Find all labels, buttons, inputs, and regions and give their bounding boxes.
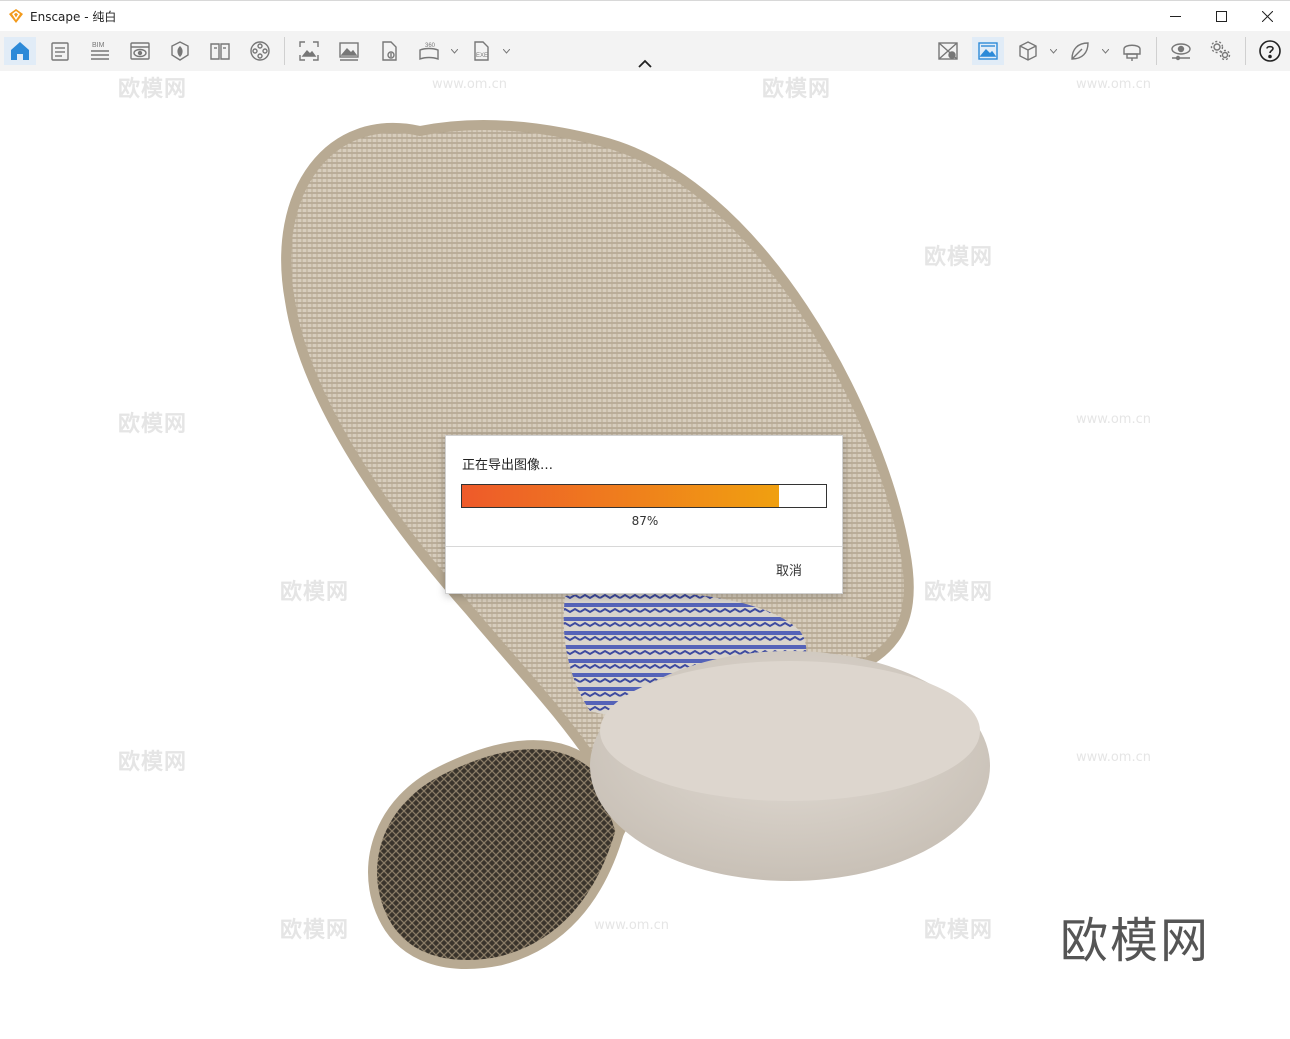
bim-button[interactable]: BIM: [84, 37, 116, 65]
export-progress-bar: [461, 484, 827, 508]
settings-button[interactable]: [1205, 37, 1237, 65]
maximize-button[interactable]: [1198, 1, 1244, 31]
landscape-view-icon: [978, 42, 998, 60]
exe-dropdown-caret-icon[interactable]: [503, 49, 510, 54]
synced-view-button[interactable]: [972, 37, 1004, 65]
toolbar-separator: [284, 37, 285, 65]
enscape-logo-icon: [9, 9, 23, 23]
material-editor-button[interactable]: [204, 37, 236, 65]
title-bar: Enscape - 纯白: [0, 0, 1290, 31]
toolbar-separator: [1156, 37, 1157, 65]
collaboration-button[interactable]: [1064, 37, 1096, 65]
cancel-button[interactable]: 取消: [776, 560, 802, 579]
panorama-360-icon: 360: [419, 43, 439, 61]
bim-icon: BIM: [91, 42, 109, 60]
view-mode-dropdown-caret-icon[interactable]: [1050, 49, 1057, 54]
close-icon: [1261, 10, 1273, 22]
toolbar: BIM 360 EXE: [0, 31, 1290, 71]
window-title: Enscape - 纯白: [30, 10, 117, 24]
file-upload-icon: [382, 41, 397, 61]
maximize-icon: [1215, 10, 1227, 22]
batch-render-button[interactable]: [333, 37, 365, 65]
export-progress-percent: 87%: [631, 514, 659, 528]
eye-slider-icon: [1171, 43, 1191, 61]
corner-brand-watermark: 欧模网: [1060, 913, 1211, 969]
chevron-up-icon[interactable]: [636, 58, 654, 70]
film-reel-icon: [250, 41, 270, 61]
video-editor-button[interactable]: [244, 37, 276, 65]
home-icon: [11, 42, 29, 60]
help-circle-icon: [1259, 40, 1281, 62]
svg-text:BIM: BIM: [92, 42, 105, 49]
views-button[interactable]: [44, 37, 76, 65]
eye-window-icon: [130, 42, 150, 60]
view-mode-button[interactable]: [1012, 37, 1044, 65]
asset-library-button[interactable]: [164, 37, 196, 65]
panorama-button[interactable]: 360: [413, 37, 445, 65]
exe-file-icon: EXE: [474, 41, 489, 61]
image-stack-icon: [339, 42, 359, 61]
export-status-text: 正在导出图像…: [462, 458, 554, 473]
cube-icon: [1019, 41, 1037, 61]
views-list-icon: [51, 42, 69, 61]
screenshot-button[interactable]: [293, 37, 325, 65]
toolbar-separator: [1245, 37, 1246, 65]
vr-headset-icon: [1123, 44, 1141, 61]
web-standalone-button[interactable]: [373, 37, 405, 65]
minimize-button[interactable]: [1152, 1, 1198, 31]
asset-library-icon: [171, 41, 189, 61]
vr-headset-button[interactable]: [1116, 37, 1148, 65]
map-toggle-button[interactable]: [932, 37, 964, 65]
leaf-icon: [1071, 42, 1089, 60]
help-button[interactable]: [1254, 37, 1286, 65]
home-button[interactable]: [4, 37, 36, 65]
panorama-dropdown-caret-icon[interactable]: [451, 49, 458, 54]
exe-export-button[interactable]: EXE: [465, 37, 497, 65]
close-button[interactable]: [1244, 1, 1290, 31]
svg-text:EXE: EXE: [476, 53, 488, 59]
dialog-divider: [446, 546, 842, 547]
gears-icon: [1210, 40, 1231, 61]
visual-settings-button[interactable]: [124, 37, 156, 65]
book-icon: [210, 43, 230, 60]
map-cross-icon: [938, 42, 958, 60]
export-progress-dialog: 正在导出图像… 87% 取消: [445, 435, 843, 594]
preview-button[interactable]: [1165, 37, 1197, 65]
screenshot-icon: [299, 41, 319, 61]
export-progress-fill: [462, 485, 779, 507]
minimize-icon: [1169, 15, 1181, 17]
collaboration-dropdown-caret-icon[interactable]: [1102, 49, 1109, 54]
